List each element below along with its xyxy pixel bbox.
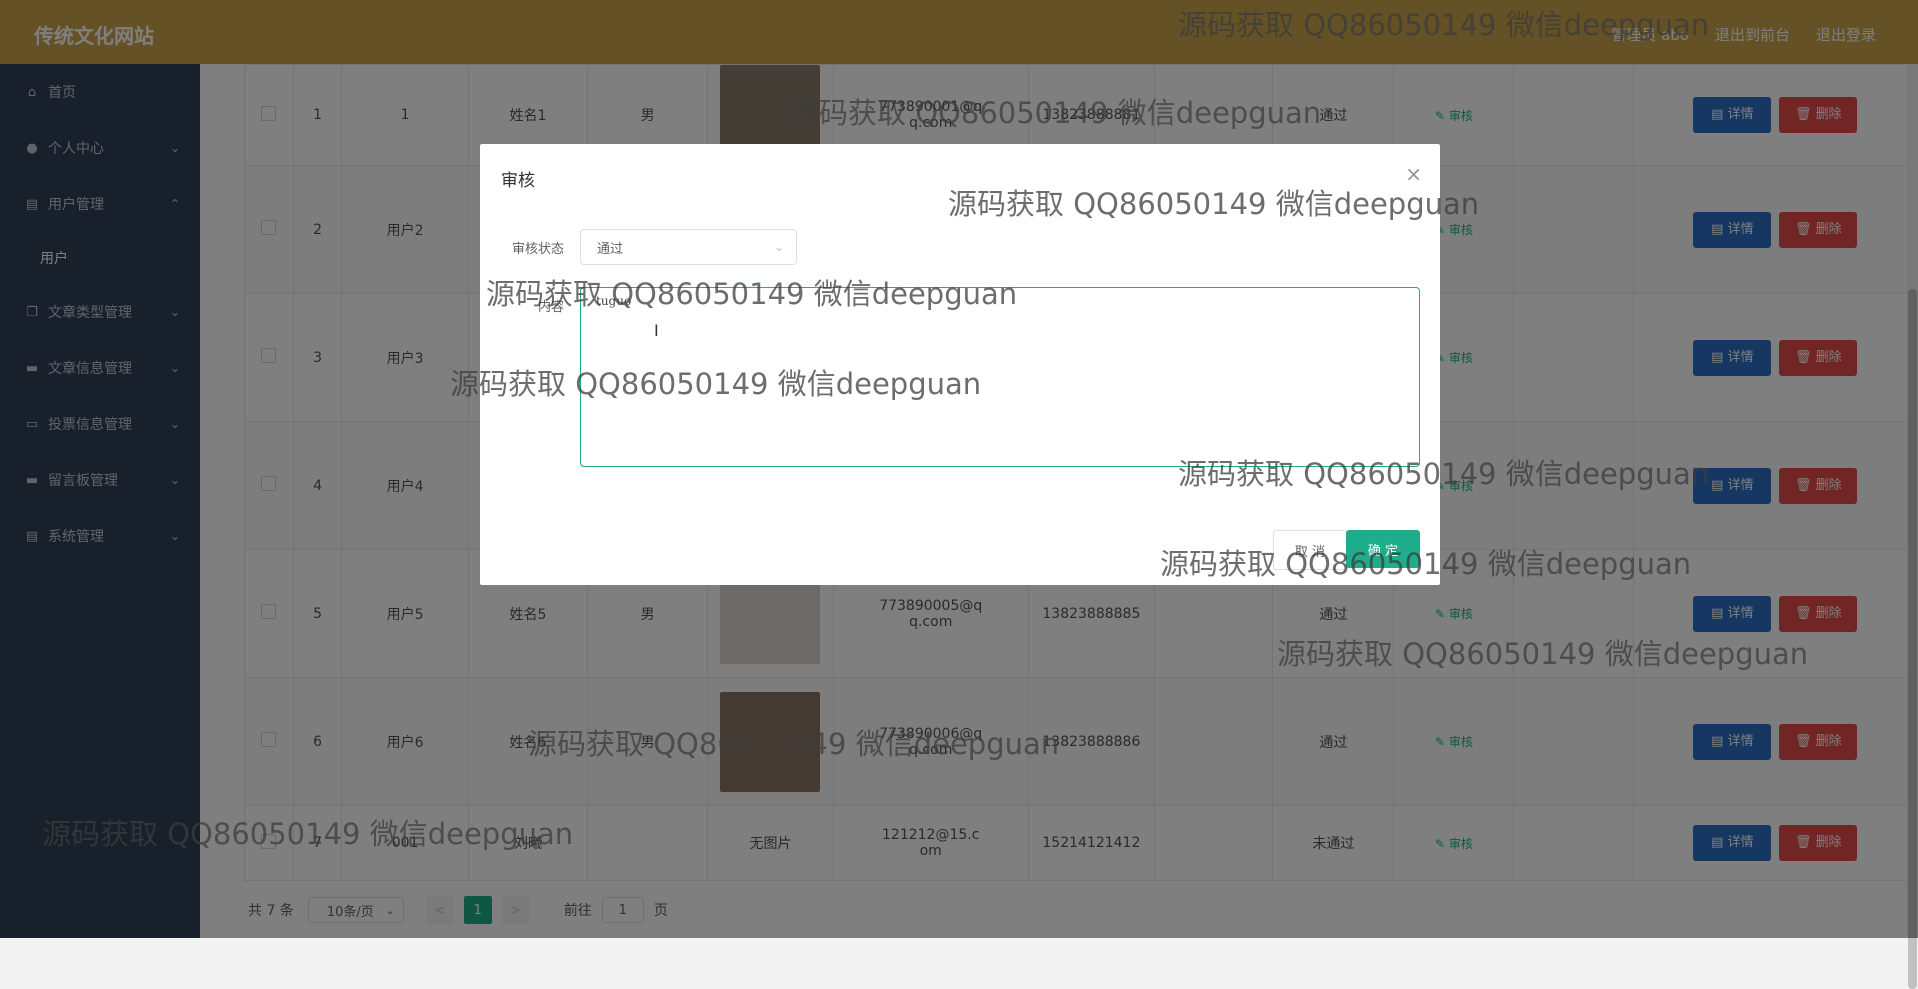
watermark-text: 源码获取 QQ86050149 微信deepguan [1178,457,1710,491]
watermark-text: 源码获取 QQ86050149 微信deepguan [450,367,982,401]
chevron-down-icon: ⌄ [773,240,784,254]
audit-status-label: 审核状态 [512,242,565,257]
watermark-text: 源码获取 QQ86050149 微信deepguan [486,277,1018,311]
audit-status-select[interactable]: 通过 ⌄ [580,229,797,265]
watermark-text: 源码获取 QQ86050149 微信deepguan [1277,637,1809,671]
watermark-text: 源码获取 QQ86050149 微信deepguan [790,96,1322,130]
audit-status-value: 通过 [597,241,624,257]
watermark-text: 源码获取 QQ86050149 微信deepguan [948,187,1480,221]
watermark-text: 源码获取 QQ86050149 微信deepguan [1160,547,1692,581]
text-cursor-icon: I [654,321,659,340]
watermark-text: 源码获取 QQ86050149 微信deepguan [528,727,1060,761]
watermark-text: 源码获取 QQ86050149 微信deepguan [1178,8,1710,42]
dialog-title: 审核 [501,171,535,191]
watermark-text: 源码获取 QQ86050149 微信deepguan [42,817,574,851]
